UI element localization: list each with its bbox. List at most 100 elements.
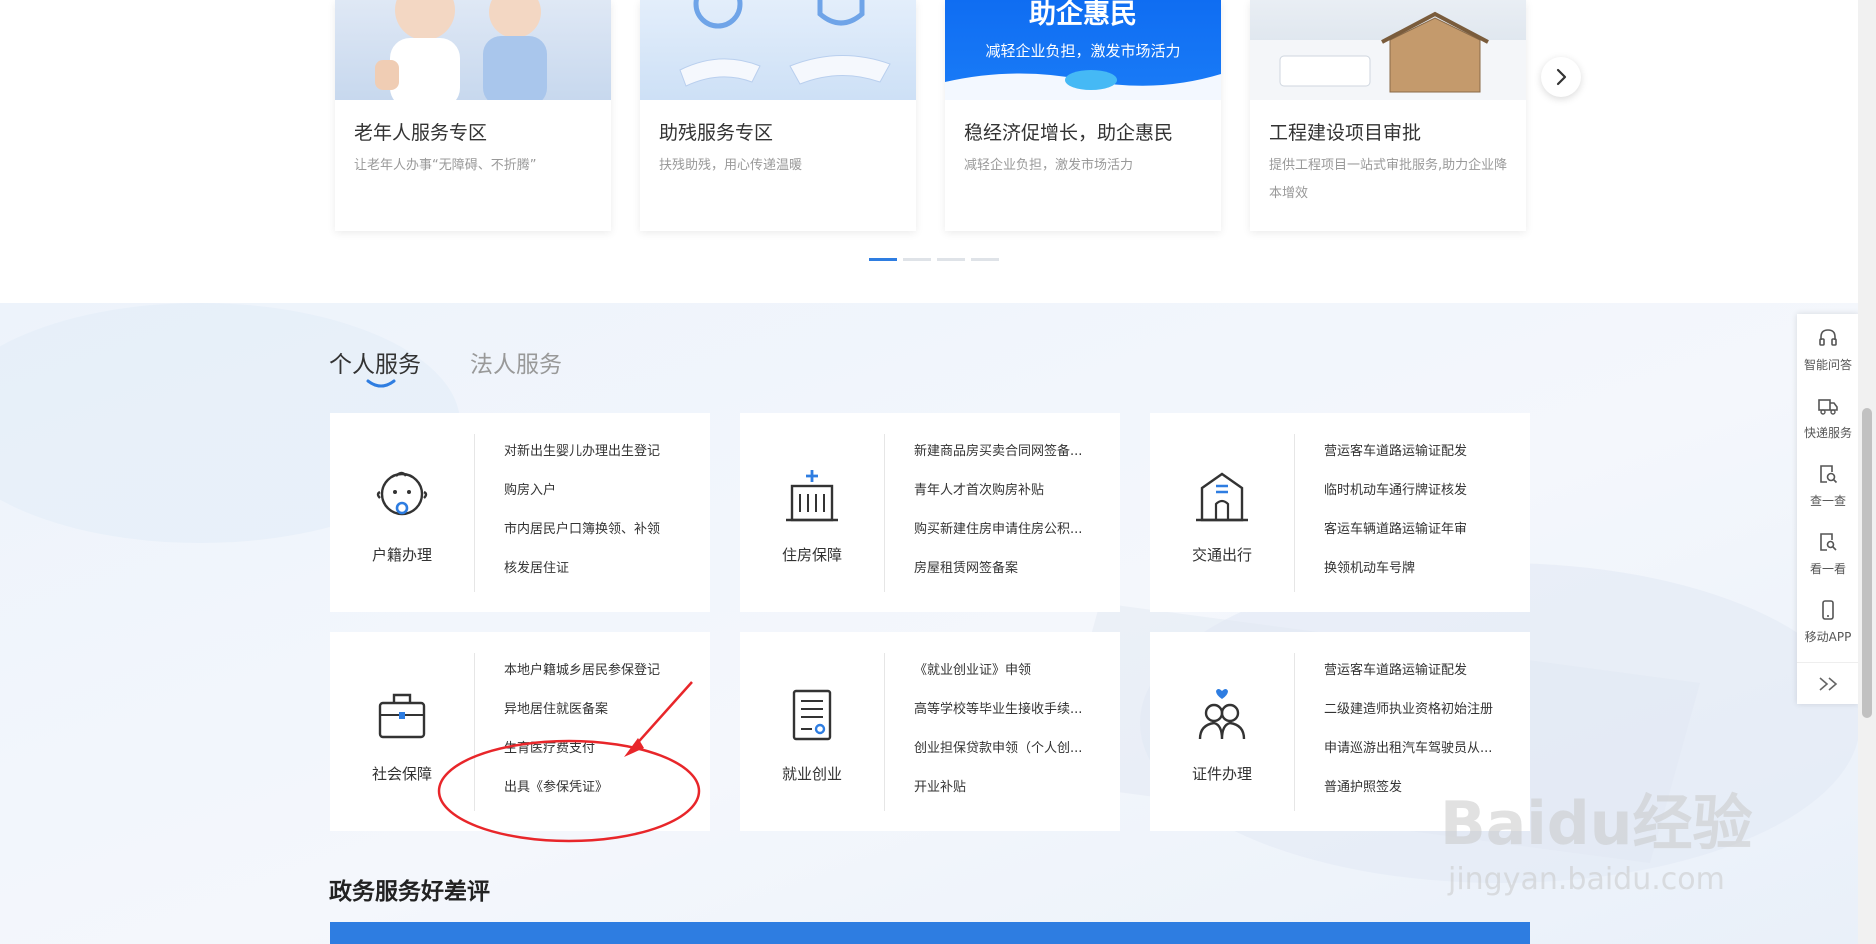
service-category-label: 就业创业 [781,765,842,783]
headset-icon [1819,329,1837,346]
service-link[interactable]: 营运客车道路运输证配发 [1324,658,1520,697]
service-category-employment[interactable]: 就业创业 [740,632,884,831]
service-link[interactable]: 换领机动车号牌 [1324,556,1520,595]
service-link[interactable]: 房屋租赁网签备案 [914,556,1110,595]
carousel-dot[interactable] [869,258,897,261]
service-link[interactable]: 营运客车道路运输证配发 [1324,439,1520,478]
special-zone-carousel: 老年人服务专区 让老年人办事“无障碍、不折腾” 助残服务专区 扶残助残，用心传递… [0,0,1858,303]
service-category-certificates[interactable]: 证件办理 [1150,632,1294,831]
side-item-label: 智能问答 [1803,358,1852,372]
service-link[interactable]: 普通护照签发 [1324,775,1520,814]
phone-icon [1822,600,1834,620]
service-category-label: 住房保障 [781,546,842,564]
service-link[interactable]: 创业担保贷款申领（个人创... [914,736,1110,775]
service-link[interactable]: 新建商品房买卖合同网签备... [914,439,1110,478]
side-item-label: 快递服务 [1803,426,1852,440]
service-category-label: 社会保障 [371,765,432,783]
card-title: 助残服务专区 [659,122,774,144]
disabled-service-image [640,0,916,100]
service-category-label: 交通出行 [1191,546,1252,564]
side-item-lookup[interactable]: 查一查 [1797,454,1859,518]
service-link-list: 营运客车道路运输证配发 临时机动车通行牌证核发 客运车辆道路运输证年审 换领机动… [1324,439,1520,595]
service-link[interactable]: 《就业创业证》申领 [914,658,1110,697]
briefcase-icon [378,693,426,739]
side-item-mobile-app[interactable]: 移动APP [1797,590,1859,654]
service-link[interactable]: 客运车辆道路运输证年审 [1324,517,1520,556]
service-link[interactable]: 高等学校等毕业生接收手续... [914,697,1110,736]
service-link-list: 本地户籍城乡居民参保登记 异地居住就医备案 生育医疗费支付 出具《参保凭证》 [504,658,700,814]
divider [474,434,475,592]
service-category-housing[interactable]: 住房保障 [740,413,884,612]
scrollbar-thumb[interactable] [1862,408,1872,718]
service-link[interactable]: 开业补贴 [914,775,1110,814]
background-decoration [0,303,1858,883]
carousel-dot[interactable] [903,258,931,261]
elderly-service-image [335,0,611,100]
tab-legal-services[interactable]: 法人服务 [470,345,562,379]
carousel-card-economy[interactable]: 助企惠民 减轻企业负担，激发市场活力 稳经济促增长，助企惠民 减轻企业负担，激发… [945,0,1221,231]
active-tab-indicator [366,379,396,388]
divider [1294,653,1295,811]
truck-icon [1818,399,1838,415]
carousel-card-disabled[interactable]: 助残服务专区 扶残助残，用心传递温暖 [640,0,916,231]
service-link[interactable]: 生育医疗费支付 [504,736,700,775]
divider [884,653,885,811]
carousel-dot[interactable] [971,258,999,261]
review-section-banner [330,922,1530,944]
economy-banner-image: 助企惠民 减轻企业负担，激发市场活力 [945,0,1221,100]
service-link[interactable]: 二级建造师执业资格初始注册 [1324,697,1520,736]
toolbar-collapse-button[interactable] [1797,662,1859,705]
floating-side-toolbar: 智能问答 快递服务 查一查 看一看 移动APP [1797,314,1859,704]
service-link[interactable]: 临时机动车通行牌证核发 [1324,478,1520,517]
service-link-list: 营运客车道路运输证配发 二级建造师执业资格初始注册 申请巡游出租汽车驾驶员从..… [1324,658,1520,814]
service-link[interactable]: 异地居住就医备案 [504,697,700,736]
side-item-smart-qa[interactable]: 智能问答 [1797,318,1859,382]
side-item-label: 看一看 [1809,562,1846,576]
side-item-view[interactable]: 看一看 [1797,522,1859,586]
card-description: 让老年人办事“无障碍、不折腾” [354,158,537,173]
service-category-social-security[interactable]: 社会保障 [330,632,474,831]
carousel-dot[interactable] [937,258,965,261]
document-icon [792,689,832,741]
service-link[interactable]: 出具《参保凭证》 [504,775,700,814]
card-description: 减轻企业负担，激发市场活力 [964,158,1134,173]
engineering-image [1250,0,1526,100]
divider [884,434,885,592]
service-link[interactable]: 核发居住证 [504,556,700,595]
carousel-next-button[interactable] [1541,57,1581,97]
divider [474,653,475,811]
service-category-label: 户籍办理 [371,546,432,564]
service-category-household[interactable]: 户籍办理 [330,413,474,612]
service-card-social-security: 社会保障 本地户籍城乡居民参保登记 异地居住就医备案 生育医疗费支付 出具《参保… [330,632,710,831]
double-chevron-right-icon [1819,677,1838,691]
service-category-label: 证件办理 [1191,765,1252,783]
card-title: 稳经济促增长，助企惠民 [964,122,1174,144]
search-doc-icon [1820,465,1838,484]
page-scrollbar[interactable] [1858,0,1876,944]
service-card-household: 户籍办理 对新出生婴儿办理出生登记 购房入户 市内居民户口簿换领、补领 核发居住… [330,413,710,612]
card-title: 老年人服务专区 [354,122,488,144]
service-card-certificates: 证件办理 营运客车道路运输证配发 二级建造师执业资格初始注册 申请巡游出租汽车驾… [1150,632,1530,831]
service-link-list: 《就业创业证》申领 高等学校等毕业生接收手续... 创业担保贷款申领（个人创..… [914,658,1110,814]
carousel-card-elderly[interactable]: 老年人服务专区 让老年人办事“无障碍、不折腾” [335,0,611,231]
card-title: 工程建设项目审批 [1269,122,1422,144]
view-doc-icon [1820,533,1837,551]
tab-personal-services[interactable]: 个人服务 [329,345,421,379]
service-card-employment: 就业创业 《就业创业证》申领 高等学校等毕业生接收手续... 创业担保贷款申领（… [740,632,1120,831]
service-link[interactable]: 对新出生婴儿办理出生登记 [504,439,700,478]
service-link[interactable]: 青年人才首次购房补贴 [914,478,1110,517]
service-link[interactable]: 申请巡游出租汽车驾驶员从... [1324,736,1520,775]
side-item-label: 移动APP [1804,630,1852,644]
card-description: 扶残助残，用心传递温暖 [659,158,803,173]
service-link[interactable]: 市内居民户口簿换领、补领 [504,517,700,556]
chevron-right-icon [1556,68,1567,86]
service-category-transport[interactable]: 交通出行 [1150,413,1294,612]
side-item-label: 查一查 [1809,494,1846,508]
side-item-express[interactable]: 快递服务 [1797,386,1859,450]
service-link[interactable]: 购买新建住房申请住房公积... [914,517,1110,556]
service-link[interactable]: 本地户籍城乡居民参保登记 [504,658,700,697]
baby-icon [376,471,428,516]
service-link[interactable]: 购房入户 [504,478,700,517]
services-section: 个人服务 法人服务 户籍办理 对新出生婴儿办理出生登记 购房入户 市内居民户口簿… [0,303,1858,944]
carousel-card-engineering[interactable]: 工程建设项目审批 提供工程项目一站式审批服务,助力企业降本增效 [1250,0,1526,231]
